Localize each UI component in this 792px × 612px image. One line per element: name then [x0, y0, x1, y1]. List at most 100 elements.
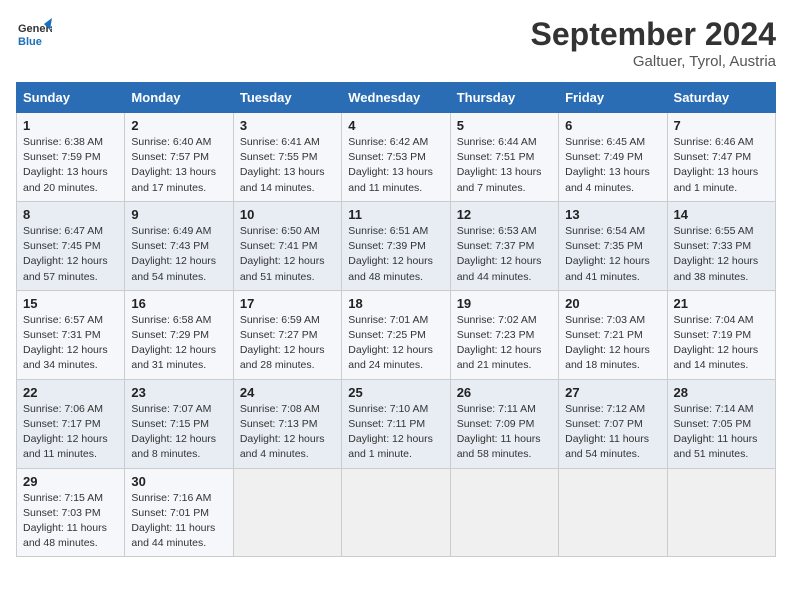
day-info: Sunrise: 6:45 AM Sunset: 7:49 PM Dayligh… — [565, 135, 660, 196]
calendar-cell: 17 Sunrise: 6:59 AM Sunset: 7:27 PM Dayli… — [233, 290, 341, 379]
logo: General Blue — [16, 16, 52, 52]
calendar-cell: 16 Sunrise: 6:58 AM Sunset: 7:29 PM Dayli… — [125, 290, 233, 379]
calendar-cell: 29 Sunrise: 7:15 AM Sunset: 7:03 PM Dayli… — [17, 468, 125, 557]
calendar-cell — [559, 468, 667, 557]
day-number: 30 — [131, 474, 226, 489]
day-number: 11 — [348, 207, 443, 222]
day-info: Sunrise: 6:58 AM Sunset: 7:29 PM Dayligh… — [131, 313, 226, 374]
calendar-cell — [450, 468, 558, 557]
day-number: 18 — [348, 296, 443, 311]
day-info: Sunrise: 7:03 AM Sunset: 7:21 PM Dayligh… — [565, 313, 660, 374]
day-info: Sunrise: 6:50 AM Sunset: 7:41 PM Dayligh… — [240, 224, 335, 285]
calendar-cell: 9 Sunrise: 6:49 AM Sunset: 7:43 PM Daylig… — [125, 201, 233, 290]
day-number: 3 — [240, 118, 335, 133]
calendar-cell: 30Sunrise: 7:16 AM Sunset: 7:01 PM Dayli… — [125, 468, 233, 557]
col-header-sunday: Sunday — [17, 83, 125, 113]
week-row-3: 15 Sunrise: 6:57 AM Sunset: 7:31 PM Dayli… — [17, 290, 776, 379]
calendar-cell: 8Sunrise: 6:47 AM Sunset: 7:45 PM Daylig… — [17, 201, 125, 290]
day-info: Sunrise: 6:38 AM Sunset: 7:59 PM Dayligh… — [23, 135, 118, 196]
calendar-cell: 7Sunrise: 6:46 AM Sunset: 7:47 PM Daylig… — [667, 113, 775, 202]
calendar-cell — [342, 468, 450, 557]
location: Galtuer, Tyrol, Austria — [531, 53, 776, 70]
day-number: 29 — [23, 474, 118, 489]
col-header-tuesday: Tuesday — [233, 83, 341, 113]
calendar-table: SundayMondayTuesdayWednesdayThursdayFrid… — [16, 82, 776, 557]
calendar-cell: 24Sunrise: 7:08 AM Sunset: 7:13 PM Dayli… — [233, 379, 341, 468]
day-number: 9 — [131, 207, 226, 222]
day-info: Sunrise: 7:07 AM Sunset: 7:15 PM Dayligh… — [131, 402, 226, 463]
calendar-cell — [233, 468, 341, 557]
day-info: Sunrise: 6:54 AM Sunset: 7:35 PM Dayligh… — [565, 224, 660, 285]
day-info: Sunrise: 6:59 AM Sunset: 7:27 PM Dayligh… — [240, 313, 335, 374]
day-number: 5 — [457, 118, 552, 133]
calendar-cell: 2Sunrise: 6:40 AM Sunset: 7:57 PM Daylig… — [125, 113, 233, 202]
day-number: 19 — [457, 296, 552, 311]
calendar-cell: 4Sunrise: 6:42 AM Sunset: 7:53 PM Daylig… — [342, 113, 450, 202]
col-header-saturday: Saturday — [667, 83, 775, 113]
day-number: 24 — [240, 385, 335, 400]
calendar-cell: 10 Sunrise: 6:50 AM Sunset: 7:41 PM Dayli… — [233, 201, 341, 290]
day-info: Sunrise: 7:02 AM Sunset: 7:23 PM Dayligh… — [457, 313, 552, 374]
title-block: September 2024 Galtuer, Tyrol, Austria — [531, 16, 776, 70]
day-number: 17 — [240, 296, 335, 311]
day-info: Sunrise: 6:41 AM Sunset: 7:55 PM Dayligh… — [240, 135, 335, 196]
col-header-wednesday: Wednesday — [342, 83, 450, 113]
calendar-cell: 27 Sunrise: 7:12 AM Sunset: 7:07 PM Dayli… — [559, 379, 667, 468]
day-info: Sunrise: 6:47 AM Sunset: 7:45 PM Dayligh… — [23, 224, 118, 285]
day-number: 27 — [565, 385, 660, 400]
day-info: Sunrise: 7:01 AM Sunset: 7:25 PM Dayligh… — [348, 313, 443, 374]
day-number: 16 — [131, 296, 226, 311]
day-number: 14 — [674, 207, 769, 222]
week-row-2: 8Sunrise: 6:47 AM Sunset: 7:45 PM Daylig… — [17, 201, 776, 290]
calendar-cell: 15 Sunrise: 6:57 AM Sunset: 7:31 PM Dayli… — [17, 290, 125, 379]
day-number: 6 — [565, 118, 660, 133]
day-info: Sunrise: 6:44 AM Sunset: 7:51 PM Dayligh… — [457, 135, 552, 196]
calendar-cell: 6 Sunrise: 6:45 AM Sunset: 7:49 PM Daylig… — [559, 113, 667, 202]
day-number: 26 — [457, 385, 552, 400]
col-header-friday: Friday — [559, 83, 667, 113]
calendar-cell: 28 Sunrise: 7:14 AM Sunset: 7:05 PM Dayli… — [667, 379, 775, 468]
day-info: Sunrise: 7:10 AM Sunset: 7:11 PM Dayligh… — [348, 402, 443, 463]
day-number: 10 — [240, 207, 335, 222]
day-number: 13 — [565, 207, 660, 222]
calendar-cell: 23 Sunrise: 7:07 AM Sunset: 7:15 PM Dayli… — [125, 379, 233, 468]
calendar-cell: 13 Sunrise: 6:54 AM Sunset: 7:35 PM Dayli… — [559, 201, 667, 290]
day-info: Sunrise: 6:49 AM Sunset: 7:43 PM Dayligh… — [131, 224, 226, 285]
day-info: Sunrise: 6:42 AM Sunset: 7:53 PM Dayligh… — [348, 135, 443, 196]
day-number: 21 — [674, 296, 769, 311]
day-info: Sunrise: 7:06 AM Sunset: 7:17 PM Dayligh… — [23, 402, 118, 463]
day-number: 20 — [565, 296, 660, 311]
calendar-cell: 1 Sunrise: 6:38 AM Sunset: 7:59 PM Daylig… — [17, 113, 125, 202]
day-number: 28 — [674, 385, 769, 400]
logo-icon: General Blue — [16, 16, 52, 52]
day-info: Sunrise: 6:55 AM Sunset: 7:33 PM Dayligh… — [674, 224, 769, 285]
day-number: 15 — [23, 296, 118, 311]
calendar-cell: 3 Sunrise: 6:41 AM Sunset: 7:55 PM Daylig… — [233, 113, 341, 202]
day-number: 22 — [23, 385, 118, 400]
day-number: 25 — [348, 385, 443, 400]
week-row-1: 1 Sunrise: 6:38 AM Sunset: 7:59 PM Daylig… — [17, 113, 776, 202]
calendar-cell: 21 Sunrise: 7:04 AM Sunset: 7:19 PM Dayli… — [667, 290, 775, 379]
day-number: 23 — [131, 385, 226, 400]
svg-text:Blue: Blue — [18, 36, 42, 48]
day-info: Sunrise: 7:12 AM Sunset: 7:07 PM Dayligh… — [565, 402, 660, 463]
month-title: September 2024 — [531, 16, 776, 53]
day-info: Sunrise: 6:57 AM Sunset: 7:31 PM Dayligh… — [23, 313, 118, 374]
calendar-cell: 26 Sunrise: 7:11 AM Sunset: 7:09 PM Dayli… — [450, 379, 558, 468]
day-number: 12 — [457, 207, 552, 222]
day-info: Sunrise: 6:40 AM Sunset: 7:57 PM Dayligh… — [131, 135, 226, 196]
col-header-thursday: Thursday — [450, 83, 558, 113]
calendar-cell: 22 Sunrise: 7:06 AM Sunset: 7:17 PM Dayli… — [17, 379, 125, 468]
day-info: Sunrise: 6:46 AM Sunset: 7:47 PM Dayligh… — [674, 135, 769, 196]
day-info: Sunrise: 6:53 AM Sunset: 7:37 PM Dayligh… — [457, 224, 552, 285]
calendar-cell: 25 Sunrise: 7:10 AM Sunset: 7:11 PM Dayli… — [342, 379, 450, 468]
day-info: Sunrise: 7:11 AM Sunset: 7:09 PM Dayligh… — [457, 402, 552, 463]
calendar-cell: 5 Sunrise: 6:44 AM Sunset: 7:51 PM Daylig… — [450, 113, 558, 202]
day-info: Sunrise: 7:14 AM Sunset: 7:05 PM Dayligh… — [674, 402, 769, 463]
calendar-cell: 20 Sunrise: 7:03 AM Sunset: 7:21 PM Dayli… — [559, 290, 667, 379]
day-info: Sunrise: 7:15 AM Sunset: 7:03 PM Dayligh… — [23, 491, 118, 552]
day-number: 1 — [23, 118, 118, 133]
calendar-header-row: SundayMondayTuesdayWednesdayThursdayFrid… — [17, 83, 776, 113]
day-info: Sunrise: 7:04 AM Sunset: 7:19 PM Dayligh… — [674, 313, 769, 374]
calendar-cell: 12 Sunrise: 6:53 AM Sunset: 7:37 PM Dayli… — [450, 201, 558, 290]
